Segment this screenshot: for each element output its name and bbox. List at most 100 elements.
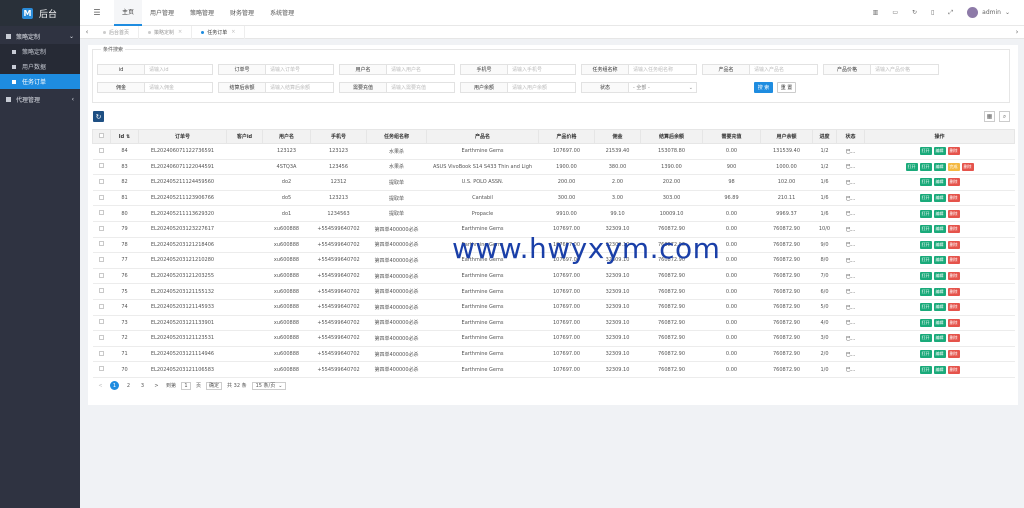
commission-input[interactable]: 请输入佣金 — [145, 82, 213, 93]
order-no-input[interactable]: 请输入订单号 — [266, 64, 334, 75]
open-button[interactable]: 打开 — [919, 209, 932, 218]
open-button[interactable]: 打开 — [919, 256, 932, 265]
open-button[interactable]: 打开 — [919, 225, 932, 234]
next-page-button[interactable]: > — [152, 381, 161, 390]
status-select[interactable]: - 全部 - ⌄ — [629, 82, 697, 93]
phone-input[interactable]: 请输入手机号 — [508, 64, 576, 75]
open-button[interactable]: 打开 — [919, 287, 932, 296]
row-checkbox[interactable] — [92, 159, 111, 176]
row-checkbox[interactable] — [92, 190, 111, 207]
edit-button[interactable]: 编辑 — [933, 194, 946, 203]
edit-button[interactable]: 编辑 — [933, 272, 946, 281]
delete-button[interactable]: 删除 — [947, 272, 960, 281]
page-2[interactable]: 2 — [124, 381, 133, 390]
username-input[interactable]: 请输入用户名 — [387, 64, 455, 75]
row-checkbox[interactable] — [92, 174, 111, 191]
close-icon[interactable]: × — [231, 29, 235, 35]
reset-button[interactable]: 重 置 — [777, 82, 796, 93]
columns-button[interactable]: ▦ — [984, 111, 995, 122]
topnav-home[interactable]: 主页 — [114, 0, 143, 26]
tabs-next-icon[interactable]: › — [1010, 28, 1024, 36]
delete-button[interactable]: 删除 — [947, 334, 960, 343]
row-checkbox[interactable] — [92, 237, 111, 254]
open-button[interactable]: 打开 — [919, 162, 932, 171]
edit-button[interactable]: 编辑 — [933, 178, 946, 187]
prev-page-button[interactable]: < — [96, 381, 105, 390]
search-button[interactable]: 搜 索 — [754, 82, 773, 93]
page-size-select[interactable]: 15 条/页 ⌄ — [251, 381, 287, 390]
sidebar-group-agent[interactable]: 代理管理 ‹ — [0, 91, 80, 107]
goto-page-input[interactable]: 1 — [181, 381, 192, 390]
delete-button[interactable]: 删除 — [947, 225, 960, 234]
row-checkbox[interactable] — [92, 315, 111, 332]
edit-button[interactable]: 编辑 — [933, 350, 946, 359]
edit-button[interactable]: 编辑 — [933, 318, 946, 327]
open-button[interactable]: 打开 — [919, 194, 932, 203]
row-checkbox[interactable] — [92, 299, 111, 316]
delete-button[interactable]: 删除 — [947, 318, 960, 327]
row-checkbox[interactable] — [92, 330, 111, 347]
taskgroup-input[interactable]: 请输入任务组名称 — [629, 64, 697, 75]
tabs-prev-icon[interactable]: ‹ — [80, 28, 94, 36]
edit-button[interactable]: 编辑 — [933, 147, 946, 156]
sidebar-group-strategy[interactable]: 策略定制 ⌄ — [0, 28, 80, 44]
edit-button[interactable]: 编辑 — [933, 240, 946, 249]
delete-button[interactable]: 删除 — [947, 303, 960, 312]
edit-button[interactable]: 编辑 — [933, 287, 946, 296]
row-checkbox[interactable] — [92, 268, 111, 285]
topnav-users[interactable]: 用户管理 — [142, 0, 182, 26]
trash-icon[interactable]: ▯ — [931, 9, 934, 16]
user-balance-input[interactable]: 请输入用户余额 — [508, 82, 576, 93]
chart-icon[interactable]: ▥ — [873, 9, 879, 16]
product-input[interactable]: 请输入产品名 — [750, 64, 818, 75]
delete-button[interactable]: 删除 — [947, 287, 960, 296]
open-button[interactable]: 打开 — [919, 147, 932, 156]
id-input[interactable]: 请输入id — [145, 64, 213, 75]
open-button[interactable]: 打开 — [919, 365, 932, 374]
delete-button[interactable]: 删除 — [947, 209, 960, 218]
refresh-button[interactable]: ↻ — [93, 111, 104, 122]
goto-confirm-button[interactable]: 确定 — [206, 381, 223, 390]
open-button[interactable]: 打开 — [919, 318, 932, 327]
sidebar-item-strategy[interactable]: 策略定制 — [0, 44, 80, 59]
close-icon[interactable]: × — [178, 29, 182, 35]
row-checkbox[interactable] — [92, 205, 111, 222]
row-checkbox[interactable] — [92, 283, 111, 300]
row-checkbox[interactable] — [92, 221, 111, 238]
edit-button[interactable]: 编辑 — [933, 334, 946, 343]
edit-button[interactable]: 编辑 — [933, 256, 946, 265]
menu-toggle-icon[interactable]: ☰ — [80, 8, 114, 17]
edit-button[interactable]: 编辑 — [933, 209, 946, 218]
complete-button[interactable]: 完成 — [947, 162, 960, 171]
delete-button[interactable]: 删除 — [947, 147, 960, 156]
open-button[interactable]: 打开 — [919, 303, 932, 312]
delete-button[interactable]: 删除 — [947, 240, 960, 249]
balance-after-input[interactable]: 请输入结算后余额 — [266, 82, 334, 93]
topnav-strategy[interactable]: 策略管理 — [182, 0, 222, 26]
tab-strategy[interactable]: 策略定制 × — [139, 25, 193, 39]
open-button[interactable]: 打开 — [919, 350, 932, 359]
select-all-checkbox[interactable] — [92, 129, 111, 144]
brand[interactable]: M 后台 — [0, 0, 80, 26]
row-checkbox[interactable] — [92, 252, 111, 269]
delete-button[interactable]: 删除 — [947, 256, 960, 265]
tab-orders[interactable]: 任务订单 × — [192, 25, 246, 39]
tab-home[interactable]: 后台首页 — [94, 25, 140, 39]
open-button[interactable]: 打开 — [919, 240, 932, 249]
open-button[interactable]: 打开 — [919, 272, 932, 281]
user-menu[interactable]: admin ⌄ — [967, 7, 1010, 18]
delete-button[interactable]: 删除 — [947, 350, 960, 359]
fullscreen-icon[interactable]: ⤢ — [948, 9, 953, 17]
row-checkbox[interactable] — [92, 361, 111, 378]
search-toggle-button[interactable]: ⌕ — [999, 111, 1010, 122]
sidebar-item-orders[interactable]: 任务订单 — [0, 74, 80, 89]
delete-button[interactable]: 删除 — [947, 178, 960, 187]
topnav-system[interactable]: 系统管理 — [262, 0, 302, 26]
col-id[interactable]: Id ⇅ — [110, 129, 139, 144]
recharge-input[interactable]: 请输入需要充值 — [387, 82, 455, 93]
edit-button[interactable]: 编辑 — [933, 303, 946, 312]
row-checkbox[interactable] — [92, 346, 111, 363]
page-3[interactable]: 3 — [138, 381, 147, 390]
price-input[interactable]: 请输入产品价格 — [871, 64, 939, 75]
edit-button[interactable]: 编辑 — [933, 162, 946, 171]
